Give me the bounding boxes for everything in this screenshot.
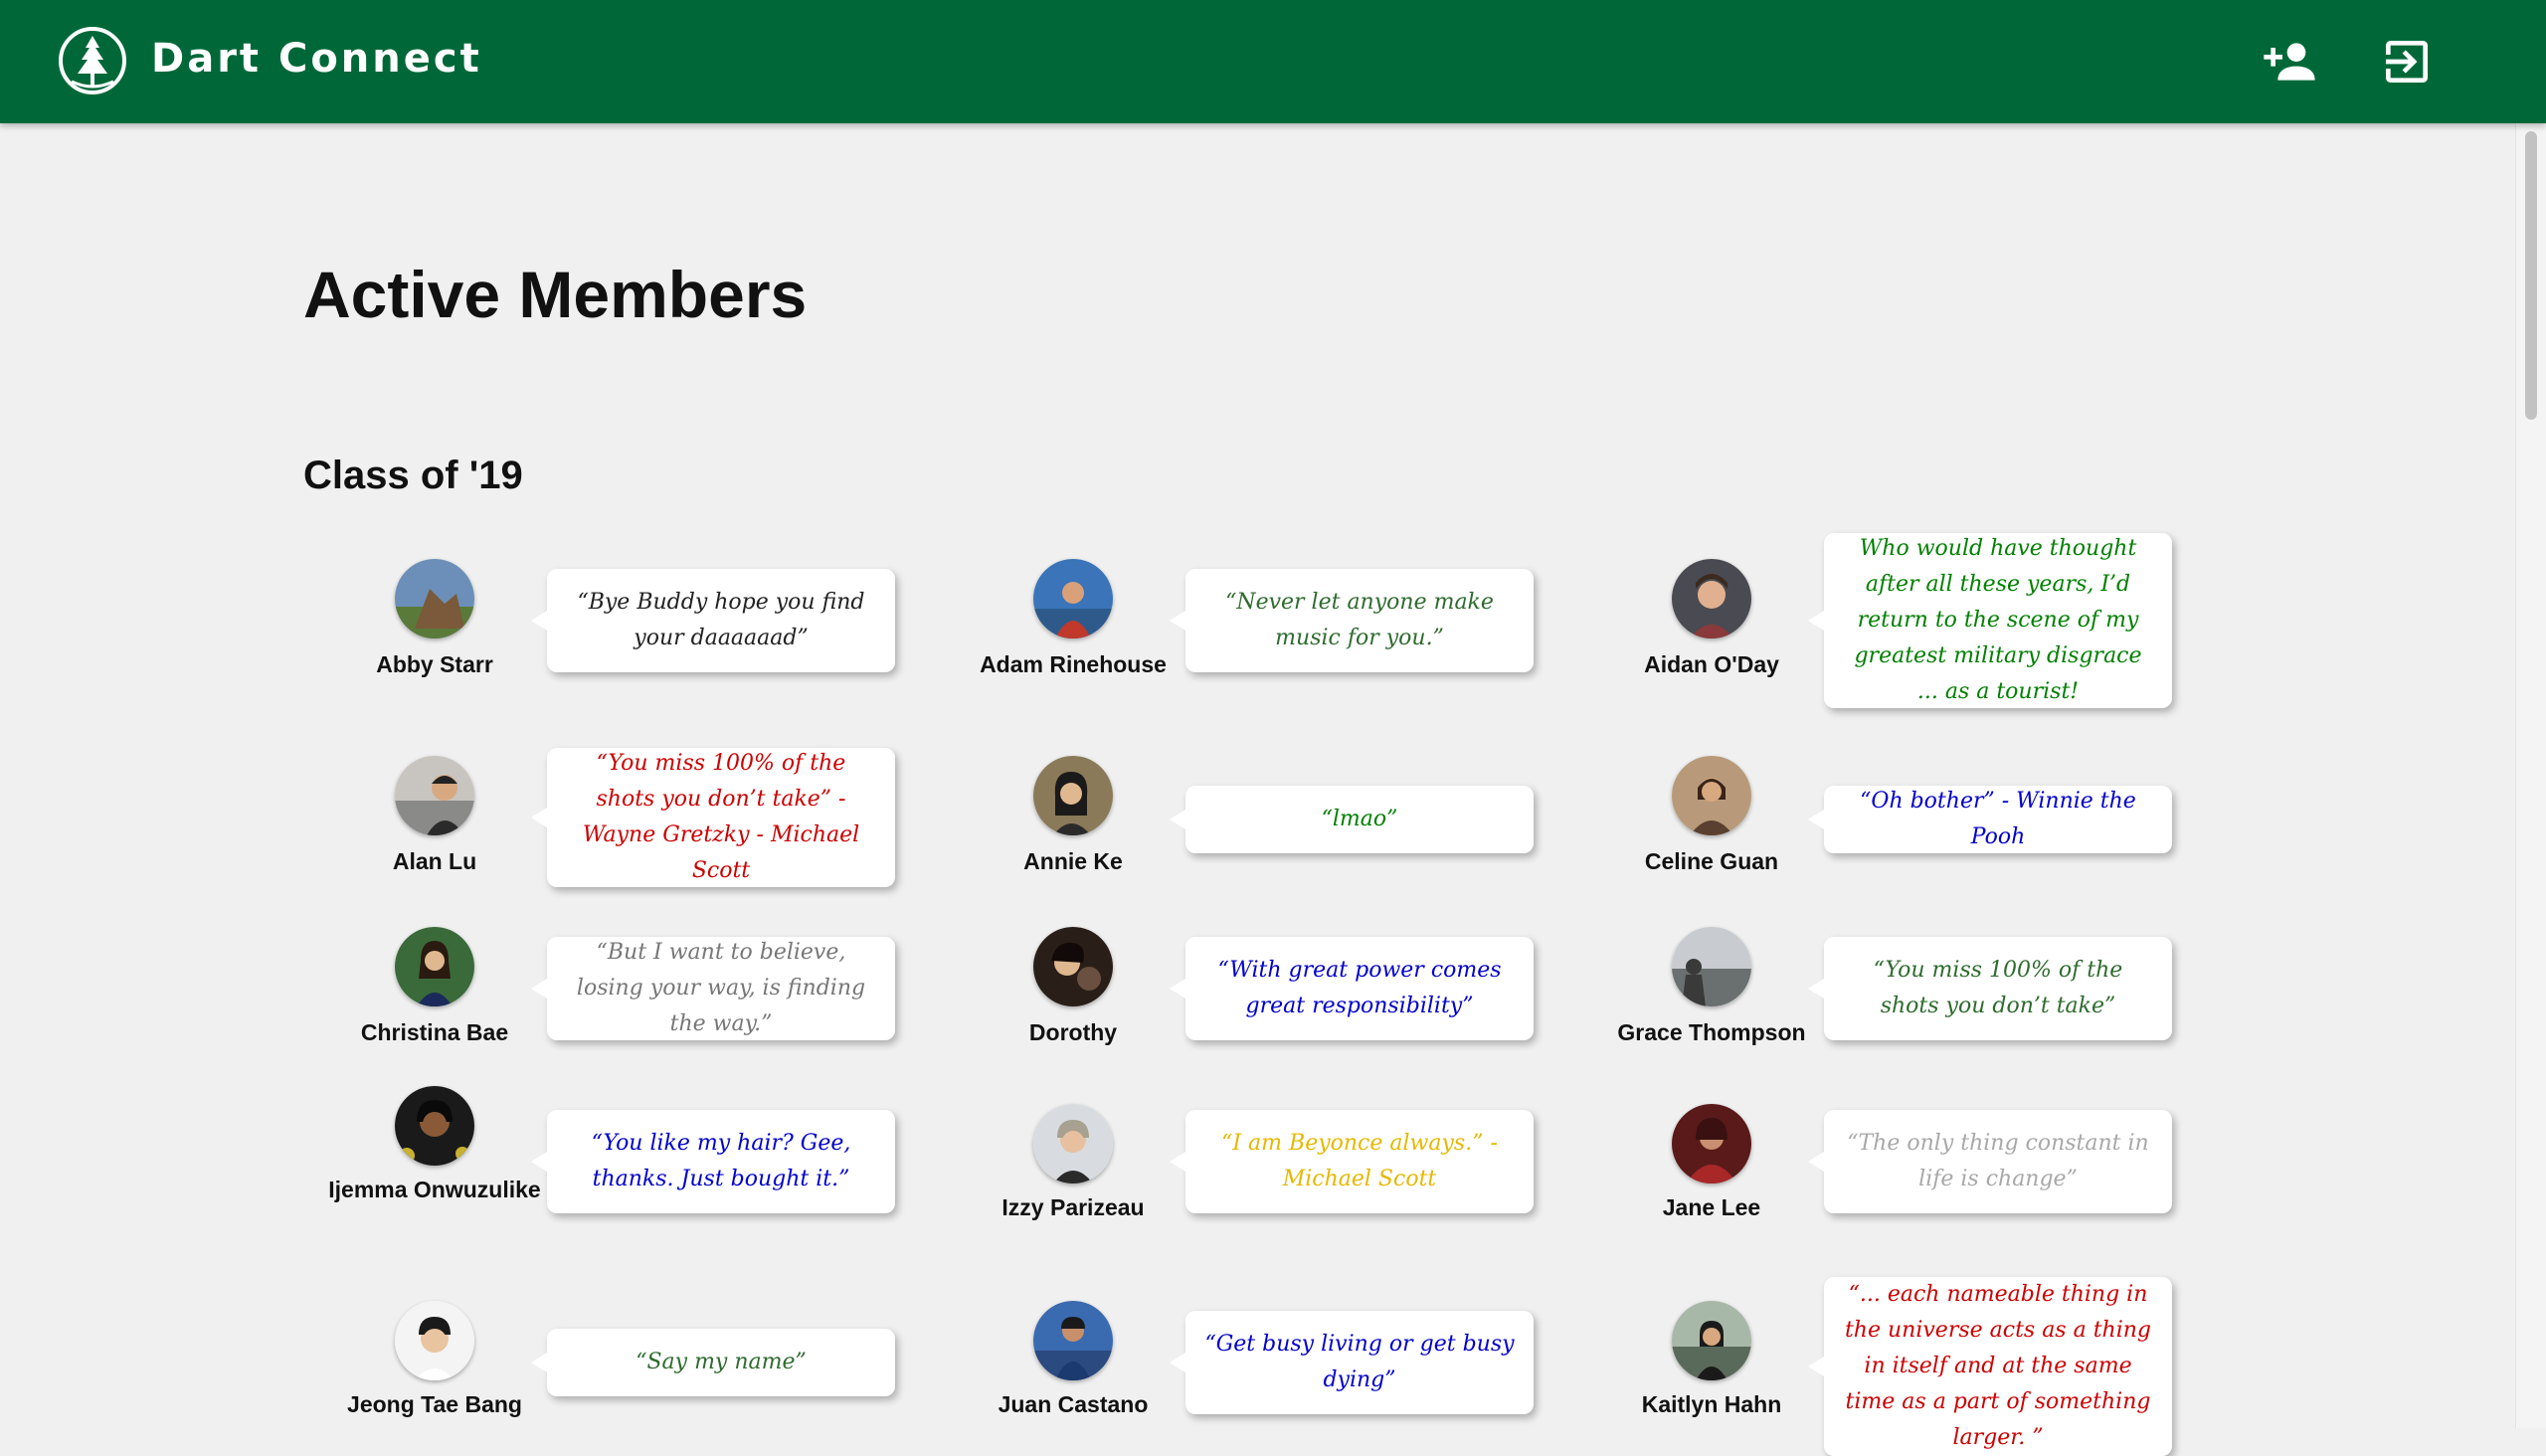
- scrollbar-thumb[interactable]: [2525, 131, 2537, 420]
- avatar[interactable]: [395, 1086, 474, 1166]
- member-name: Jeong Tae Bang: [347, 1391, 522, 1417]
- top-app-bar: Dart Connect: [0, 0, 2546, 123]
- quote-bubble: “With great power comes great responsibi…: [1170, 937, 1534, 1040]
- add-person-icon[interactable]: [2262, 34, 2317, 90]
- quote-bubble: “... each nameable thing in the universe…: [1808, 1277, 2172, 1456]
- member-name: Abby Starr: [376, 651, 493, 677]
- quote-bubble: “Bye Buddy hope you find your daaaaaad”: [531, 569, 895, 672]
- avatar[interactable]: [1033, 559, 1113, 638]
- section-title: Class of '19: [303, 454, 523, 497]
- quote-bubble: “I am Beyonce always.” - Michael Scott: [1170, 1110, 1534, 1213]
- avatar[interactable]: [395, 756, 474, 835]
- member-name: Jane Lee: [1662, 1194, 1761, 1220]
- avatar[interactable]: [395, 559, 474, 638]
- page-title: Active Members: [303, 258, 808, 331]
- member-name: Christina Bae: [360, 1019, 509, 1045]
- member-name: Kaitlyn Hahn: [1641, 1391, 1782, 1417]
- member-name: Izzy Parizeau: [1001, 1194, 1145, 1220]
- page-scrollbar[interactable]: [2515, 123, 2546, 1428]
- member-name: Aidan O'Day: [1644, 651, 1779, 677]
- quote-bubble: “Get busy living or get busy dying”: [1170, 1311, 1534, 1414]
- quote-bubble: “lmao”: [1170, 786, 1534, 853]
- avatar[interactable]: [1033, 1104, 1113, 1183]
- quote-bubble: “Oh bother” - Winnie the Pooh: [1808, 786, 2172, 853]
- member-name: Alan Lu: [392, 848, 477, 874]
- member-name: Annie Ke: [1023, 848, 1123, 874]
- quote-bubble: “But I want to believe, losing your way,…: [531, 937, 895, 1040]
- quote-bubble: “The only thing constant in life is chan…: [1808, 1110, 2172, 1213]
- avatar[interactable]: [1033, 756, 1113, 835]
- member-name: Adam Rinehouse: [980, 651, 1167, 677]
- avatar[interactable]: [1672, 1104, 1751, 1183]
- quote-bubble: “Say my name”: [531, 1329, 895, 1396]
- pine-tree-icon[interactable]: [58, 26, 127, 95]
- quote-bubble: Who would have thought after all these y…: [1808, 533, 2172, 708]
- quote-bubble: “You miss 100% of the shots you don’t ta…: [1808, 937, 2172, 1040]
- member-name: Grace Thompson: [1617, 1019, 1806, 1045]
- member-name: Dorothy: [1028, 1019, 1118, 1045]
- avatar[interactable]: [1033, 1301, 1113, 1380]
- avatar[interactable]: [1672, 559, 1751, 638]
- app-brand[interactable]: Dart Connect: [151, 36, 482, 82]
- member-name: Juan Castano: [998, 1391, 1149, 1417]
- logout-icon[interactable]: [2379, 34, 2435, 90]
- avatar[interactable]: [395, 1301, 474, 1380]
- quote-bubble: “Never let anyone make music for you.”: [1170, 569, 1534, 672]
- avatar[interactable]: [1033, 927, 1113, 1006]
- quote-bubble: “You like my hair? Gee, thanks. Just bou…: [531, 1110, 895, 1213]
- member-name: Ijemma Onwuzulike: [328, 1177, 541, 1202]
- avatar[interactable]: [1672, 756, 1751, 835]
- quote-bubble: “You miss 100% of the shots you don’t ta…: [531, 748, 895, 887]
- avatar[interactable]: [1672, 927, 1751, 1006]
- avatar[interactable]: [1672, 1301, 1751, 1380]
- avatar[interactable]: [395, 927, 474, 1006]
- member-name: Celine Guan: [1644, 848, 1779, 874]
